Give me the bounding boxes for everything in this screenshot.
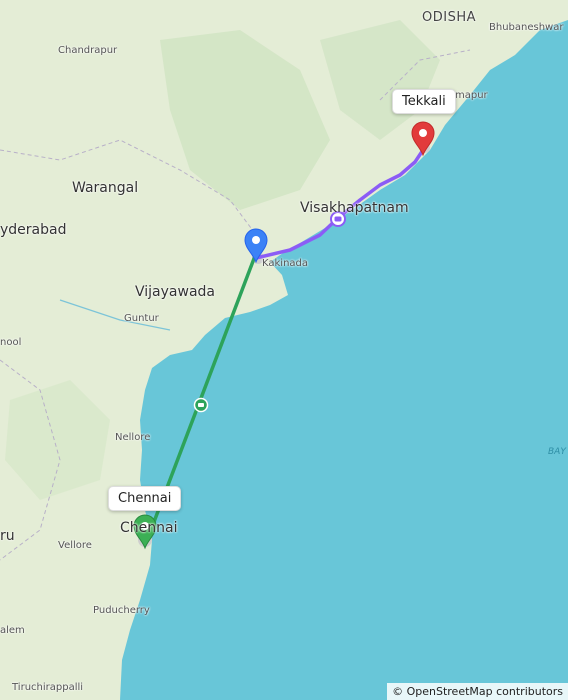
place-bay: BAY — [548, 447, 566, 457]
map-attribution[interactable]: © OpenStreetMap contributors — [387, 683, 568, 700]
end-marker-callout[interactable]: Tekkali — [392, 89, 456, 114]
place-hyderabad: yderabad — [0, 222, 67, 238]
place-bhubaneshwar: Bhubaneshwar — [489, 22, 563, 33]
place-chandrapur: Chandrapur — [58, 45, 117, 56]
place-kurnool: nool — [0, 337, 22, 348]
ferry-icon — [193, 397, 209, 413]
place-puducherry: Puducherry — [93, 605, 150, 616]
place-warangal: Warangal — [72, 180, 139, 196]
place-tiruchirappalli: Tiruchirappalli — [12, 682, 84, 693]
place-vijayawada: Vijayawada — [135, 284, 215, 300]
place-guntur: Guntur — [124, 313, 159, 324]
place-odisha: ODISHA — [422, 10, 476, 25]
place-brahmapur: mapur — [455, 90, 488, 101]
place-bengaluru: ru — [0, 528, 15, 544]
place-chennai: Chennai — [120, 520, 178, 536]
map-base — [0, 0, 568, 700]
place-bhubaneshwar-label: Bhubaneshwar — [489, 22, 564, 33]
place-kakinada: Kakinada — [262, 258, 309, 269]
place-chandrapur-label: Chandrapur — [58, 45, 118, 56]
place-salem: alem — [0, 625, 25, 636]
place-visakhapatnam: Visakhapatnam — [300, 200, 409, 216]
map-view[interactable]: ODISHA Bhubaneshwar Chandrapur mapur War… — [0, 0, 568, 700]
place-nellore: Nellore — [115, 432, 151, 443]
place-vellore: Vellore — [58, 540, 92, 551]
start-marker-callout[interactable]: Chennai — [108, 486, 182, 511]
